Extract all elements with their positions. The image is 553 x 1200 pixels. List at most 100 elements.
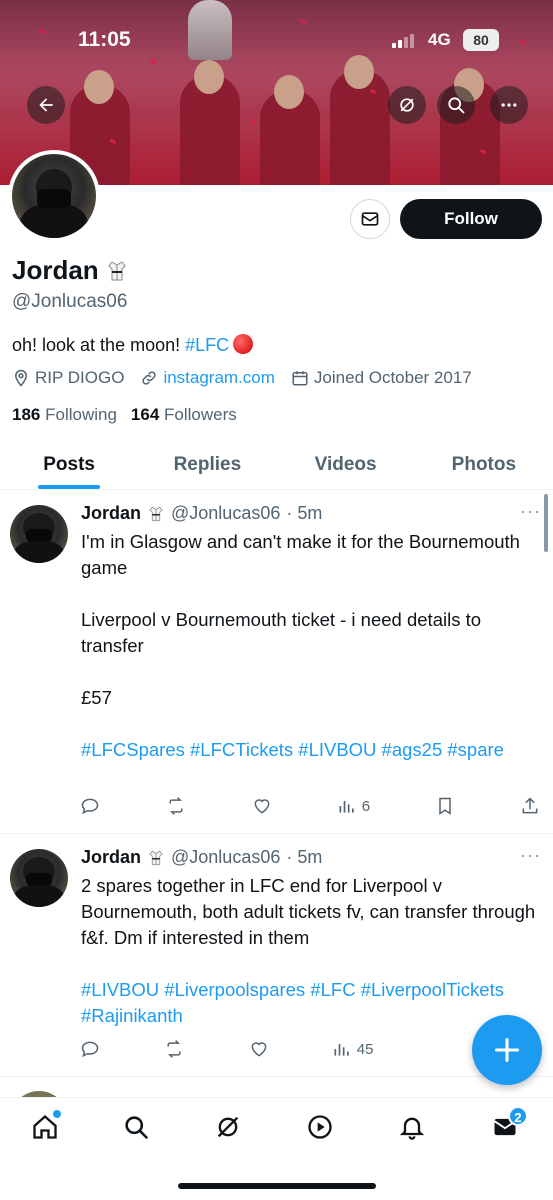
plus-icon	[494, 1037, 520, 1063]
karate-gi-emoji-icon	[108, 260, 126, 280]
like-button[interactable]	[252, 796, 272, 816]
reply-icon	[81, 1041, 99, 1058]
post-more-icon[interactable]: ···	[520, 501, 541, 522]
profile-handle: @Jonlucas06	[12, 291, 128, 312]
tab-replies[interactable]: Replies	[138, 440, 276, 489]
followers-label: Followers	[164, 405, 237, 424]
next-post-peek[interactable]	[0, 1077, 553, 1097]
heart-icon	[251, 1042, 266, 1057]
profile-bio: oh! look at the moon! #LFC	[12, 334, 254, 356]
website-link[interactable]: instagram.com	[163, 368, 274, 388]
views-button[interactable]: 6	[337, 796, 370, 816]
views-button[interactable]: 45	[332, 1039, 373, 1059]
post-body: I'm in Glasgow and can't make it for the…	[81, 529, 541, 763]
following-count: 186	[12, 405, 41, 424]
post-body: 2 spares together in LFC end for Liverpo…	[81, 873, 541, 1029]
profile-name-row: Jordan	[12, 255, 129, 286]
status-bar: 11:05 4G 80	[0, 26, 553, 56]
search-icon	[125, 1116, 148, 1139]
bookmark-button[interactable]	[435, 796, 455, 816]
search-icon	[448, 97, 465, 114]
post-header: Jordan @Jonlucas06 · 5m	[81, 847, 322, 868]
confetti	[299, 18, 307, 25]
banner-head	[274, 75, 304, 109]
calendar-icon	[292, 371, 308, 386]
profile-tabs: Posts Replies Videos Photos	[0, 440, 553, 490]
back-button[interactable]	[27, 86, 65, 124]
views-count: 6	[361, 797, 371, 815]
post-avatar[interactable]	[10, 505, 68, 563]
post-actions: 6	[80, 794, 540, 818]
karate-gi-emoji-icon	[149, 850, 163, 865]
followers-link[interactable]: 164 Followers	[131, 405, 237, 425]
location-text: RIP DIOGO	[35, 368, 125, 387]
message-button[interactable]	[350, 199, 390, 239]
tab-photos[interactable]: Photos	[415, 440, 553, 489]
tab-videos[interactable]: Videos	[277, 440, 415, 489]
post-hashtags[interactable]: #LIVBOU #Liverpoolspares #LFC #Liverpool…	[81, 977, 541, 1029]
post-avatar[interactable]	[10, 849, 68, 907]
network-type: 4G	[428, 30, 451, 49]
grok-icon	[217, 1116, 239, 1138]
bio-hashtag[interactable]: #LFC	[185, 335, 229, 355]
karate-gi-emoji-icon	[149, 506, 163, 521]
post-item[interactable]: Jordan @Jonlucas06 · 5m ··· I'm in Glasg…	[0, 491, 553, 834]
post-author-name[interactable]: Jordan	[81, 847, 141, 868]
post-actions: 45	[80, 1037, 540, 1061]
bio-text: oh! look at the moon!	[12, 335, 186, 355]
profile-name: Jordan	[12, 255, 99, 285]
post-paragraph: 2 spares together in LFC end for Liverpo…	[81, 875, 536, 948]
follow-counts: 186 Following 164 Followers	[12, 405, 237, 425]
nav-video[interactable]	[300, 1112, 340, 1142]
website-item[interactable]: instagram.com	[140, 368, 275, 388]
views-chart-icon	[339, 801, 354, 813]
grok-button[interactable]	[388, 86, 426, 124]
search-button[interactable]	[437, 86, 475, 124]
nav-notifications[interactable]	[392, 1112, 432, 1142]
repost-icon	[169, 797, 183, 815]
following-link[interactable]: 186 Following	[12, 405, 117, 425]
location-pin-icon	[14, 369, 28, 387]
envelope-icon	[361, 212, 379, 226]
signal-icon	[392, 34, 414, 48]
more-options-button[interactable]	[490, 86, 528, 124]
profile-meta: RIP DIOGO instagram.com Joined October 2…	[12, 368, 472, 388]
reply-button[interactable]	[80, 1039, 100, 1059]
compose-post-button[interactable]	[472, 1015, 542, 1085]
post-paragraph: £57	[81, 687, 112, 708]
like-button[interactable]	[249, 1039, 269, 1059]
nav-grok[interactable]	[208, 1112, 248, 1142]
more-icon	[501, 103, 517, 107]
reply-icon	[81, 798, 99, 815]
banner-head	[84, 70, 114, 104]
grok-icon	[400, 98, 414, 112]
banner-head	[344, 55, 374, 89]
post-paragraph: I'm in Glasgow and can't make it for the…	[81, 531, 520, 578]
bookmark-icon	[439, 797, 451, 815]
heart-icon	[254, 799, 270, 814]
post-hashtags[interactable]: #LFCSpares #LFCTickets #LIVBOU #ags25 #s…	[81, 737, 541, 763]
repost-button[interactable]	[165, 796, 187, 816]
play-circle-icon	[308, 1115, 332, 1139]
nav-search[interactable]	[116, 1112, 156, 1142]
profile-avatar[interactable]	[8, 150, 100, 242]
post-item[interactable]: Jordan @Jonlucas06 · 5m ··· 2 spares tog…	[0, 835, 553, 1077]
share-button[interactable]	[520, 796, 540, 816]
confetti	[149, 58, 157, 65]
follow-button[interactable]: Follow	[400, 199, 542, 239]
post-paragraph: Liverpool v Bournemouth ticket - i need …	[81, 609, 482, 656]
repost-button[interactable]	[163, 1039, 185, 1059]
bell-icon	[399, 1117, 425, 1140]
location-item: RIP DIOGO	[12, 368, 124, 388]
status-time: 11:05	[78, 28, 131, 51]
repost-icon	[167, 1040, 181, 1058]
home-notification-dot	[53, 1110, 61, 1118]
red-circle-emoji-icon	[233, 334, 254, 354]
reply-button[interactable]	[80, 796, 100, 816]
post-more-icon[interactable]: ···	[520, 845, 541, 866]
tab-posts[interactable]: Posts	[0, 440, 138, 489]
post-time: · 5m	[286, 847, 323, 867]
joined-item: Joined October 2017	[291, 368, 472, 388]
post-author-name[interactable]: Jordan	[81, 503, 141, 524]
link-icon	[142, 371, 157, 385]
